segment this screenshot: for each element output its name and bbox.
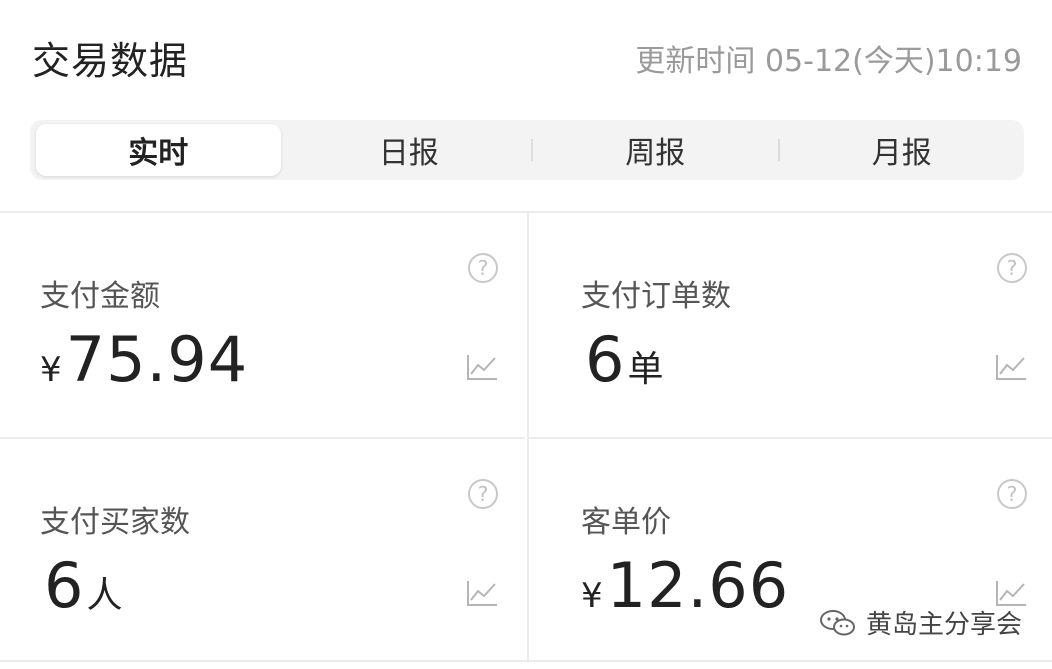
metric-label: 支付金额 xyxy=(40,279,160,314)
tab-realtime[interactable]: 实时 xyxy=(36,124,281,176)
metric-value: 6单 xyxy=(581,323,663,396)
help-icon[interactable]: ? xyxy=(997,479,1027,509)
trend-chart-icon[interactable] xyxy=(995,579,1027,607)
metric-card-order-count[interactable]: 支付订单数 6单 ? xyxy=(527,213,1052,437)
help-icon[interactable]: ? xyxy=(468,479,498,509)
metrics-grid: 支付金额 ¥75.94 ? 支付订单数 6单 ? 支付买家数 6人 ? 客单价 … xyxy=(0,211,1052,669)
metric-label: 客单价 xyxy=(581,505,671,540)
tab-monthly[interactable]: 月报 xyxy=(780,124,1025,176)
tab-weekly[interactable]: 周报 xyxy=(533,124,778,176)
metric-unit: 单 xyxy=(627,349,664,390)
metric-number: 12.66 xyxy=(606,549,790,622)
metric-card-buyer-count[interactable]: 支付买家数 6人 ? xyxy=(0,437,525,663)
update-time-value: 05-12(今天)10:19 xyxy=(764,44,1022,79)
trend-chart-icon[interactable] xyxy=(466,579,498,607)
trend-chart-icon[interactable] xyxy=(995,353,1027,381)
update-time-label: 更新时间 xyxy=(635,44,756,79)
help-icon[interactable]: ? xyxy=(997,253,1027,283)
watermark-text: 黄岛主分享会 xyxy=(865,610,1022,640)
tab-daily[interactable]: 日报 xyxy=(287,124,532,176)
metric-value: ¥75.94 xyxy=(40,323,250,396)
currency-symbol: ¥ xyxy=(40,350,62,390)
period-tabs: 实时 日报 周报 月报 xyxy=(30,120,1024,180)
metric-card-payment-amount[interactable]: 支付金额 ¥75.94 ? xyxy=(0,213,525,437)
metric-value: ¥12.66 xyxy=(581,549,791,622)
page-title: 交易数据 xyxy=(32,39,189,83)
metric-number: 6 xyxy=(44,549,85,622)
page-header: 交易数据 更新时间 05-12(今天)10:19 xyxy=(0,0,1052,110)
metric-unit: 人 xyxy=(86,575,123,616)
metric-label: 支付买家数 xyxy=(40,505,190,540)
update-time: 更新时间 05-12(今天)10:19 xyxy=(635,36,1022,80)
metric-label: 支付订单数 xyxy=(581,279,731,314)
watermark: 黄岛主分享会 xyxy=(818,604,1022,641)
divider xyxy=(0,660,1052,662)
metric-value: 6人 xyxy=(40,549,122,622)
help-icon[interactable]: ? xyxy=(468,253,498,283)
metric-number: 75.94 xyxy=(65,323,249,396)
currency-symbol: ¥ xyxy=(581,576,603,616)
trend-chart-icon[interactable] xyxy=(466,353,498,381)
wechat-icon xyxy=(819,609,855,635)
metric-number: 6 xyxy=(585,323,626,396)
